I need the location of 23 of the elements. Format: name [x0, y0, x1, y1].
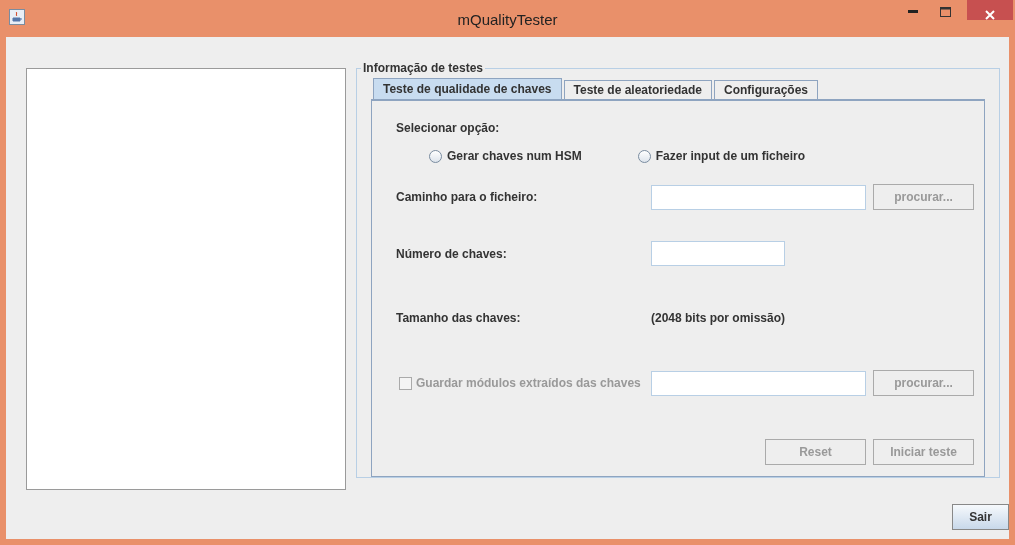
close-button[interactable]	[967, 0, 1013, 20]
tab[interactable]: Teste de qualidade de chaves	[373, 78, 562, 99]
window-title: mQualityTester	[457, 11, 558, 28]
cup-icon	[9, 9, 25, 25]
tab[interactable]: Teste de aleatoriedade	[563, 80, 712, 99]
exit-button[interactable]: Sair	[952, 504, 1009, 530]
radio-label[interactable]: Gerar chaves num HSM	[447, 149, 582, 163]
field-label: Número de chaves:	[396, 246, 508, 261]
radio-label[interactable]: Fazer input de um ficheiro	[655, 149, 806, 163]
radio-button[interactable]	[637, 149, 651, 163]
path-field[interactable]	[651, 184, 866, 210]
field-label: Tamanho das chaves:	[396, 311, 522, 325]
field-label: Selecionar opção:	[396, 121, 501, 135]
minimize-icon[interactable]	[908, 10, 918, 14]
output-field[interactable]	[651, 370, 866, 396]
close-icon	[985, 10, 995, 20]
radio-button[interactable]	[429, 149, 442, 163]
maximize-icon[interactable]	[940, 7, 951, 17]
group-title: Informação de testes	[362, 61, 485, 75]
count-field[interactable]	[651, 241, 785, 266]
tab[interactable]: Configurações	[714, 80, 819, 99]
size-value: (2048 bits por omissão)	[651, 311, 786, 325]
field-label: Caminho para o ficheiro:	[396, 190, 539, 204]
